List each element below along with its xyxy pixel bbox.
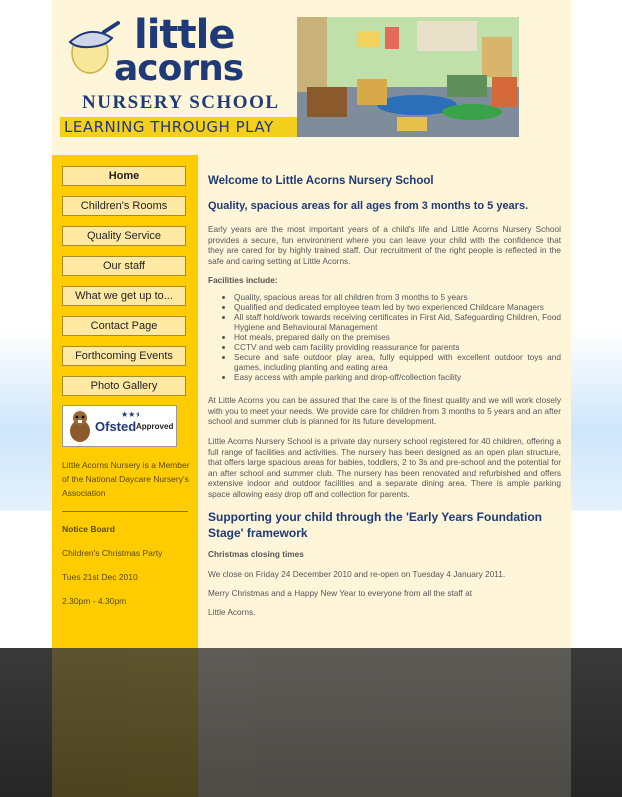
svg-text:★★★: ★★★ bbox=[121, 410, 139, 419]
subtitle-heading: Quality, spacious areas for all ages fro… bbox=[208, 200, 529, 212]
nav-photo-gallery-button[interactable]: Photo Gallery bbox=[62, 376, 186, 396]
nav-childrens-rooms-button[interactable]: Children's Rooms bbox=[62, 196, 186, 216]
nav-home-button[interactable]: Home bbox=[62, 166, 186, 186]
list-item: All staff hold/work towards receiving ce… bbox=[234, 312, 561, 332]
notice-board-title: Notice Board bbox=[62, 524, 115, 534]
nav-quality-service-button[interactable]: Quality Service bbox=[62, 226, 186, 246]
nav-forthcoming-events-button[interactable]: Forthcoming Events bbox=[62, 346, 186, 366]
list-item: Easy access with ample parking and drop-… bbox=[234, 372, 561, 382]
assurance-paragraph: At Little Acorns you can be assured that… bbox=[208, 395, 561, 426]
list-item: Secure and safe outdoor play area, fully… bbox=[234, 352, 561, 372]
beaver-mascot-icon bbox=[70, 411, 90, 442]
stars-icon: ★★★ bbox=[121, 410, 139, 419]
reflection-sidebar bbox=[52, 648, 198, 797]
greeting-text: Merry Christmas and a Happy New Year to … bbox=[208, 588, 473, 598]
page-reflection bbox=[52, 648, 571, 797]
reflection-main bbox=[198, 648, 571, 797]
logo-tagline: LEARNING THROUGH PLAY bbox=[64, 118, 274, 136]
welcome-heading: Welcome to Little Acorns Nursery School bbox=[208, 175, 434, 187]
sidebar: Home Children's Rooms Quality Service Ou… bbox=[52, 155, 198, 650]
logo-text-acorns: acorns bbox=[114, 48, 244, 89]
facilities-title: Facilities include: bbox=[208, 275, 278, 285]
site-header: little acorns NURSERY SCHOOL LEARNING TH… bbox=[52, 0, 571, 155]
membership-text: Little Acorns Nursery is a Member of the… bbox=[62, 460, 190, 498]
signoff-text: Little Acorns. bbox=[208, 607, 256, 617]
intro-paragraph: Early years are the most important years… bbox=[208, 224, 561, 266]
sidebar-divider bbox=[62, 511, 188, 512]
about-paragraph: Little Acorns Nursery School is a privat… bbox=[208, 436, 561, 499]
list-item: Qualified and dedicated employee team le… bbox=[234, 302, 561, 312]
bottom-reflection-band bbox=[0, 648, 622, 797]
list-item: CCTV and web cam facility providing reas… bbox=[234, 342, 561, 352]
nav-what-we-get-up-to-button[interactable]: What we get up to... bbox=[62, 286, 186, 306]
notice-time: 2.30pm - 4.30pm bbox=[62, 596, 127, 606]
list-item: Hot meals, prepared daily on the premise… bbox=[234, 332, 561, 342]
nav-our-staff-button[interactable]: Our staff bbox=[62, 256, 186, 276]
notice-date: Tues 21st Dec 2010 bbox=[62, 572, 138, 582]
ofsted-label: Ofsted bbox=[95, 419, 137, 434]
closing-text: We close on Friday 24 December 2010 and … bbox=[208, 569, 506, 579]
ofsted-badge[interactable]: ★★★ Ofsted Approved bbox=[62, 405, 177, 447]
closing-times-title: Christmas closing times bbox=[208, 549, 304, 559]
facilities-list: Quality, spacious areas for all children… bbox=[208, 292, 561, 382]
notice-event: Children's Christmas Party bbox=[62, 548, 163, 558]
page-container: little acorns NURSERY SCHOOL LEARNING TH… bbox=[52, 0, 571, 650]
nav-contact-page-button[interactable]: Contact Page bbox=[62, 316, 186, 336]
ofsted-approved-label: Approved bbox=[136, 422, 174, 431]
list-item: Quality, spacious areas for all children… bbox=[234, 292, 561, 302]
eyfs-heading: Supporting your child through the 'Early… bbox=[208, 510, 542, 540]
logo-text-nursery-school: NURSERY SCHOOL bbox=[82, 92, 280, 113]
nursery-room-photo bbox=[297, 17, 519, 137]
